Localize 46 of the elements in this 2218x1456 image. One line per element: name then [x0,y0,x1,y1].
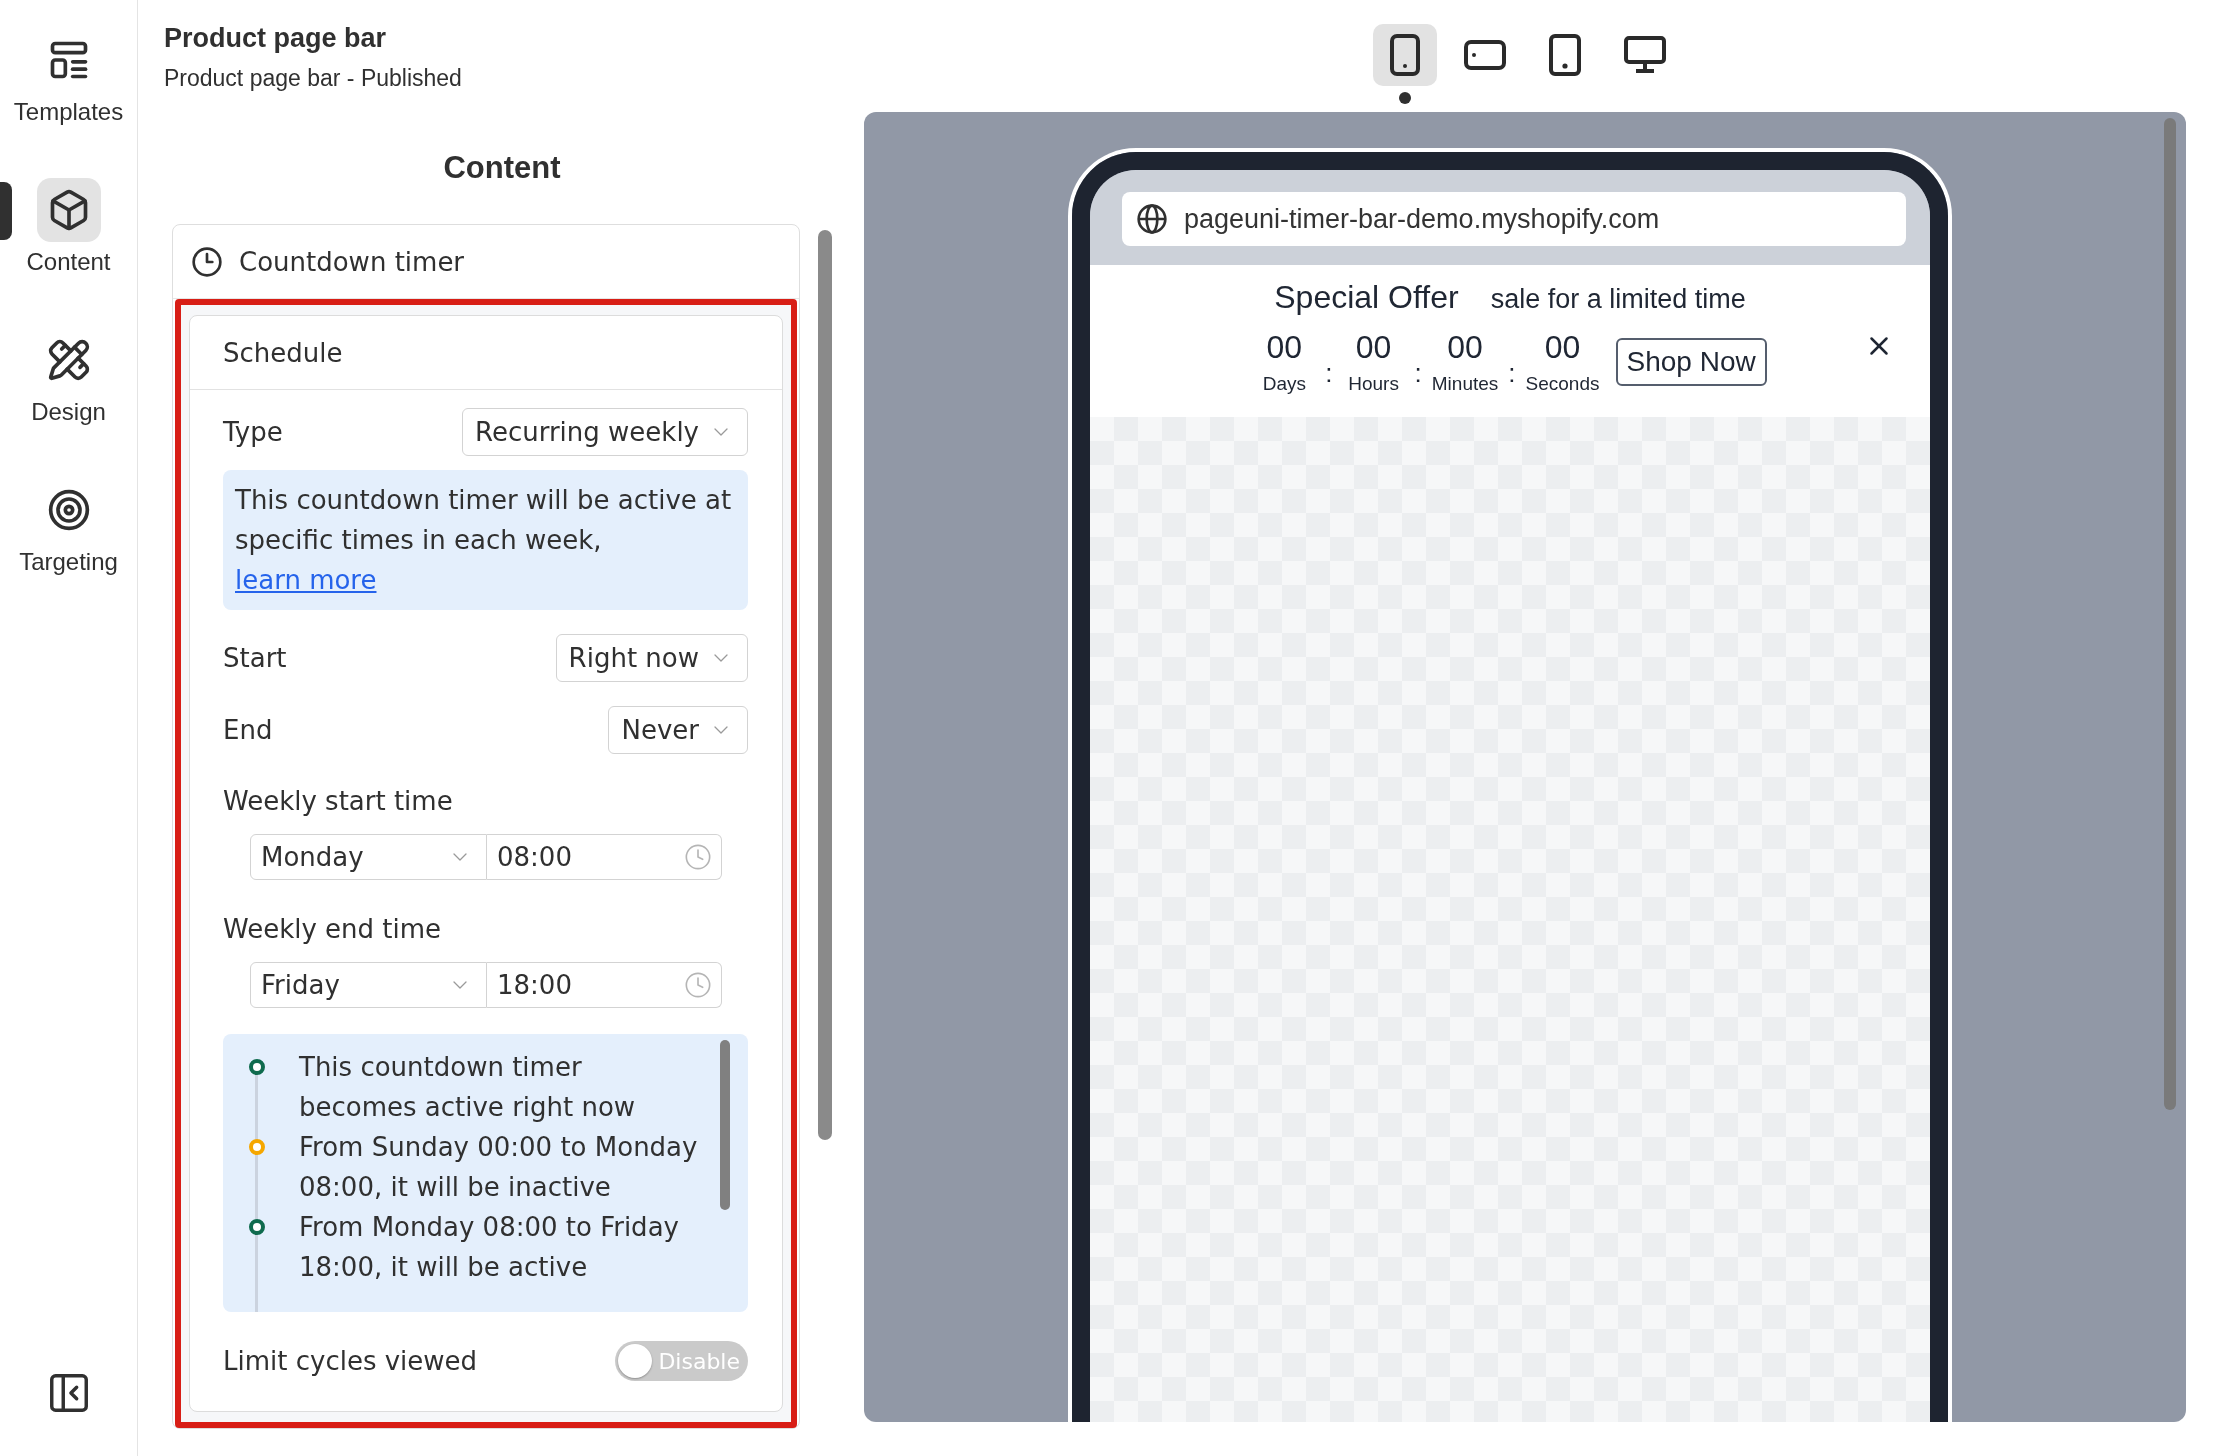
shop-now-button[interactable]: Shop Now [1615,338,1767,386]
start-select[interactable]: Right now [555,634,748,682]
time-separator: : [1414,357,1422,389]
section-title: Countdown timer [239,246,465,277]
countdown-label: Days [1262,372,1306,396]
nav-label: Design [31,397,106,427]
nav-item[interactable]: Targeting [0,478,138,578]
schedule-title: Schedule [223,337,343,368]
countdown-value: 00 [1266,328,1303,366]
countdown-label: Seconds [1525,372,1600,396]
field-label: Limit cycles viewed [223,1345,478,1378]
nav-item[interactable]: Design [0,328,138,428]
time-field[interactable]: 08:00 [487,834,722,880]
learn-more-link[interactable]: learn more [235,565,377,595]
end-select[interactable]: Never [608,706,748,754]
info-text: This countdown timer will be active at specific times in each week, learn more [223,470,748,610]
field-label: End [223,714,273,747]
time-separator: : [1508,357,1516,389]
offer-title: Special Offer [1274,279,1459,316]
field-label: Type [223,416,283,449]
countdown-value: 00 [1355,328,1392,366]
nav-label: Targeting [19,547,118,577]
page-subtitle: Product page bar - Published [164,64,463,93]
countdown-label: Hours [1348,372,1399,396]
field-label: Start [223,642,287,675]
url-text: pageuni-timer-bar-demo.myshopify.com [1184,203,1660,235]
nav-item[interactable]: Templates [0,28,138,128]
countdown-value: 00 [1447,328,1483,366]
day-select[interactable]: Monday [250,834,487,880]
panel-heading: Content [442,149,562,187]
field-label: Weekly start time [223,785,454,818]
offer-subtitle: sale for a limited time [1490,284,1746,315]
timeline-text: This countdown timer becomes active right now [299,1052,636,1122]
timeline-text: From Monday 08:00 to Friday 18:00, it will be active [299,1212,679,1282]
time-separator: : [1325,357,1333,389]
field-label: Weekly end time [223,913,443,946]
nav-item[interactable]: Content [0,178,138,278]
nav-label: Content [26,247,111,277]
day-select[interactable]: Friday [250,962,487,1008]
countdown-value: 00 [1544,328,1581,366]
time-field[interactable]: 18:00 [487,962,722,1008]
timeline-text: From Sunday 00:00 to Monday 08:00, it will be inactive [299,1132,698,1202]
page-title: Product page bar [164,22,388,55]
type-select[interactable]: Recurring weekly [462,408,748,456]
nav-label: Templates [13,97,124,127]
countdown-label: Minutes [1431,372,1499,396]
